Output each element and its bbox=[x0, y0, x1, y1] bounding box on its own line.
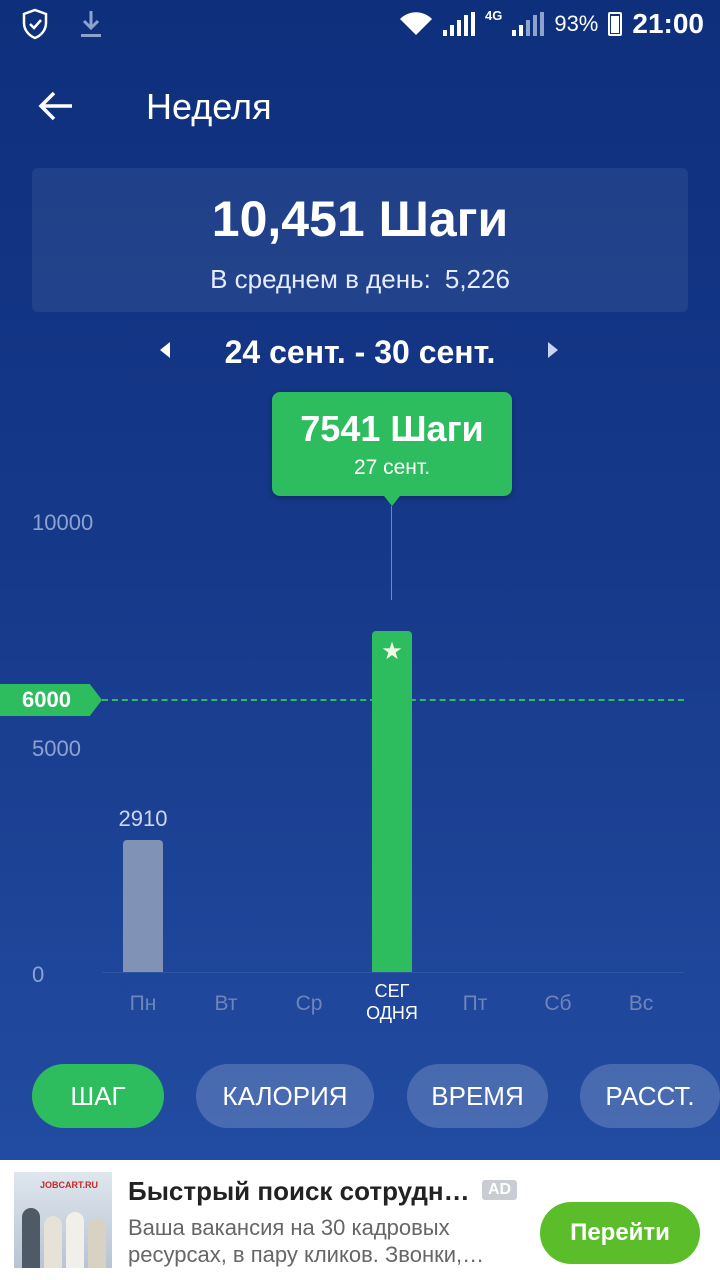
network-type: 4G bbox=[484, 8, 503, 23]
y-tick-0: 0 bbox=[32, 962, 45, 987]
battery-icon bbox=[608, 12, 623, 36]
chart-bar-3[interactable]: ★ bbox=[372, 631, 412, 972]
ad-image: JOBCART.RU bbox=[14, 1172, 112, 1268]
total-steps: 10,451 Шаги bbox=[211, 191, 509, 247]
wifi-icon bbox=[399, 12, 432, 35]
metric-tabs: ШАГ КАЛОРИЯ ВРЕМЯ РАССТ. bbox=[0, 1064, 720, 1130]
x-tick-label: Вт bbox=[214, 992, 238, 1015]
x-tick-label: Пн bbox=[129, 992, 157, 1015]
chart-bar-0[interactable] bbox=[123, 840, 163, 972]
tab-steps[interactable]: ШАГ bbox=[32, 1064, 164, 1128]
clock: 21:00 bbox=[632, 8, 704, 39]
chart-baseline bbox=[102, 972, 684, 973]
next-week-icon[interactable] bbox=[548, 342, 558, 358]
bar-tooltip: 7541 Шаги 27 сент. bbox=[272, 392, 512, 506]
goal-label: 6000 bbox=[0, 684, 102, 716]
arrow-left-icon[interactable] bbox=[36, 86, 76, 126]
x-tick-label: Ср bbox=[295, 992, 323, 1015]
average-row: В среднем в день: 5,226 bbox=[32, 264, 688, 295]
ad-cta-button[interactable]: Перейти bbox=[540, 1202, 700, 1264]
ad-brand: JOBCART.RU bbox=[40, 1180, 99, 1190]
y-tick-10000: 10000 bbox=[32, 510, 94, 535]
signal-icon bbox=[442, 12, 475, 36]
battery-percent: 93% bbox=[554, 11, 599, 36]
steps-chart: 10000 5000 0 6000 2910 Пн Вт Ср ★ СЕГ ОДНЯ Пт С… bbox=[0, 500, 720, 1040]
y-tick-5000: 5000 bbox=[32, 736, 81, 761]
x-tick-label: СЕГ ОДНЯ bbox=[366, 981, 418, 1023]
average-value: 5,226 bbox=[444, 264, 510, 294]
x-tick-label: Вс bbox=[628, 992, 654, 1015]
x-tick-label: Сб bbox=[544, 992, 572, 1015]
tooltip-date: 27 сент. bbox=[353, 456, 431, 479]
tooltip-value: 7541 Шаги bbox=[300, 408, 484, 449]
average-label: В среднем в день: bbox=[210, 264, 431, 294]
date-range-label: 24 сент. - 30 сент. bbox=[224, 334, 496, 370]
status-bar: 4G 93% 21:00 bbox=[0, 0, 720, 50]
ad-banner[interactable]: JOBCART.RU Быстрый поиск сотрудн… AD Ваш… bbox=[0, 1160, 720, 1280]
tab-distance[interactable]: РАССТ. bbox=[580, 1064, 720, 1128]
ad-title: Быстрый поиск сотрудн… bbox=[128, 1176, 470, 1206]
tab-calories[interactable]: КАЛОРИЯ bbox=[196, 1064, 374, 1128]
signal-icon-2 bbox=[512, 12, 545, 36]
app-bar: Неделя bbox=[0, 70, 720, 142]
date-range: 24 сент. - 30 сент. bbox=[0, 330, 720, 378]
summary-card: 10,451 Шаги В среднем в день: 5,226 bbox=[32, 168, 688, 312]
star-icon: ★ bbox=[381, 638, 403, 666]
tab-time[interactable]: ВРЕМЯ bbox=[407, 1064, 548, 1128]
ad-description: Ваша вакансия на 30 кадровых ресурсах, в… bbox=[128, 1215, 485, 1267]
ad-badge: AD bbox=[482, 1180, 518, 1200]
bar-value-label: 2910 bbox=[118, 806, 168, 832]
x-tick-label: Пт bbox=[462, 992, 488, 1015]
download-icon bbox=[81, 11, 101, 37]
shield-check-icon bbox=[22, 8, 48, 40]
page-title: Неделя bbox=[146, 86, 272, 127]
